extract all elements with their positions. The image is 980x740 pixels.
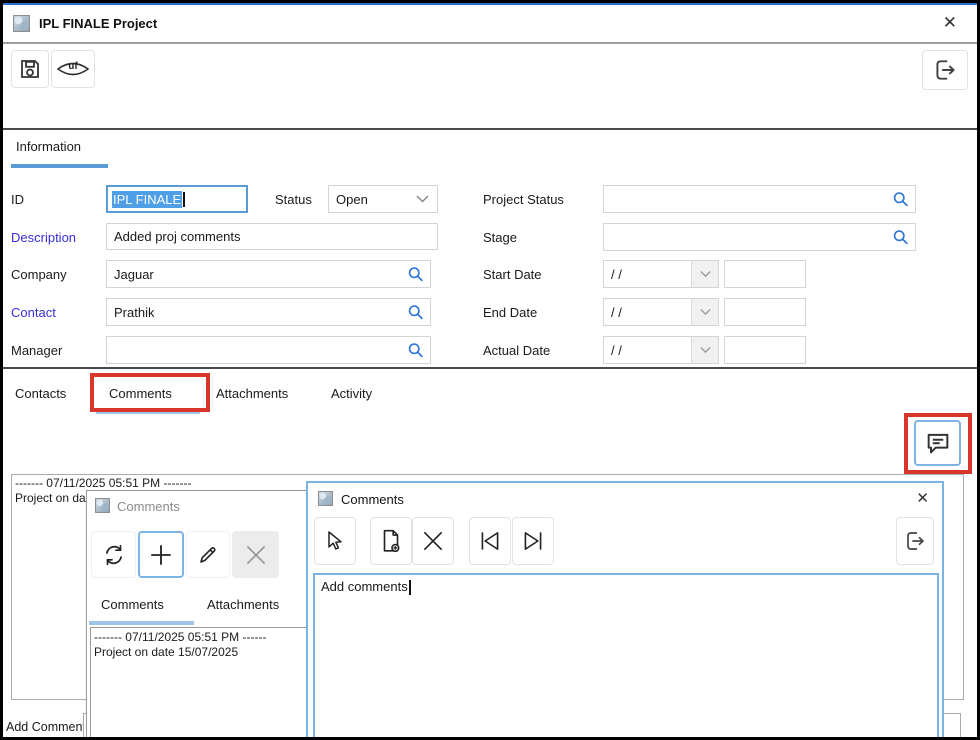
stage-label: Stage — [483, 230, 517, 245]
window-title: IPL FINALE Project — [39, 16, 157, 31]
delete-record-button[interactable] — [412, 517, 454, 565]
edit-button[interactable] — [186, 531, 230, 578]
close-icon[interactable]: ✕ — [916, 489, 929, 507]
cursor-arrow-icon — [323, 529, 347, 553]
manager-label: Manager — [11, 343, 62, 358]
first-record-button[interactable] — [469, 517, 511, 565]
contact-label: Contact — [11, 305, 56, 320]
add-comments-label: Add Comments — [6, 720, 92, 734]
search-icon[interactable] — [892, 191, 909, 208]
comments-dialog-front: Comments ✕ — [306, 481, 944, 740]
id-field[interactable]: IPL FINALE — [106, 185, 248, 213]
new-record-button[interactable] — [370, 517, 412, 565]
annotation-box-comments-tab — [90, 373, 210, 412]
project-status-label: Project Status — [483, 192, 564, 207]
sign-out-icon — [932, 57, 958, 83]
back-dialog-tab-attachments[interactable]: Attachments — [207, 597, 279, 612]
dialog-title: Comments — [117, 499, 180, 514]
app-icon — [13, 15, 30, 32]
app-icon — [95, 498, 110, 513]
tab-information[interactable]: Information — [16, 139, 81, 154]
refresh-button[interactable] — [91, 531, 136, 578]
information-tab-underline — [11, 164, 108, 168]
refresh-icon — [101, 542, 127, 568]
select-button[interactable] — [314, 517, 356, 565]
company-field[interactable]: Jaguar — [106, 260, 431, 288]
description-label: Description — [11, 230, 76, 245]
pencil-icon — [196, 543, 220, 567]
back-dialog-tab-underline — [89, 621, 194, 625]
status-label: Status — [275, 192, 312, 207]
uf-eye-icon: uf — [56, 57, 90, 81]
delete-x-icon — [420, 528, 446, 554]
description-field[interactable]: Added proj comments — [106, 223, 438, 250]
actual-date-label: Actual Date — [483, 343, 550, 358]
last-record-button[interactable] — [512, 517, 554, 565]
status-dropdown[interactable]: Open — [328, 185, 438, 213]
new-comment-button[interactable] — [138, 531, 184, 578]
comments-dialog-back: Comments — [86, 490, 316, 740]
save-icon — [18, 57, 42, 81]
skip-to-last-icon — [520, 528, 546, 554]
titlebar-separator — [3, 42, 977, 44]
sign-out-icon — [903, 529, 927, 553]
form-separator — [3, 367, 977, 369]
skip-to-first-icon — [477, 528, 503, 554]
search-icon[interactable] — [892, 229, 909, 246]
calendar-dropdown-button[interactable] — [691, 337, 718, 363]
user-fields-button[interactable]: uf — [51, 50, 95, 88]
save-button[interactable] — [11, 50, 49, 88]
end-date-field[interactable]: / / — [603, 298, 719, 326]
plus-icon — [148, 542, 174, 568]
annotation-box-add-comment — [904, 413, 972, 474]
contact-field[interactable]: Prathik — [106, 298, 431, 326]
dialog-title: Comments — [341, 492, 404, 507]
search-icon[interactable] — [407, 304, 424, 321]
comment-text: Project on date 15/07/2025 — [94, 645, 310, 660]
search-icon[interactable] — [407, 342, 424, 359]
project-window: IPL FINALE Project ✕ uf Informat — [0, 0, 980, 740]
manager-field[interactable] — [106, 336, 431, 364]
new-document-icon — [378, 528, 404, 554]
search-icon[interactable] — [407, 266, 424, 283]
back-dialog-tab-comments[interactable]: Comments — [101, 597, 164, 612]
start-date-label: Start Date — [483, 267, 542, 282]
app-icon — [318, 491, 333, 506]
tab-activity[interactable]: Activity — [331, 386, 372, 401]
tab-attachments[interactable]: Attachments — [216, 386, 288, 401]
exit-button[interactable] — [922, 50, 968, 90]
text-caret — [183, 192, 185, 207]
text-caret — [409, 580, 411, 595]
close-icon[interactable]: ✕ — [943, 13, 957, 33]
delete-button — [232, 531, 279, 578]
back-dialog-comment-list[interactable]: ------- 07/11/2025 05:51 PM ------ Proje… — [90, 627, 314, 740]
chevron-down-icon — [416, 195, 429, 204]
calendar-dropdown-button[interactable] — [691, 261, 718, 287]
end-time-field[interactable] — [724, 298, 806, 326]
start-time-field[interactable] — [724, 260, 806, 288]
stage-field[interactable] — [603, 223, 916, 251]
delete-x-icon — [243, 542, 269, 568]
dialog-exit-button[interactable] — [896, 517, 934, 565]
calendar-dropdown-button[interactable] — [691, 299, 718, 325]
comment-timestamp: ------- 07/11/2025 05:51 PM ------ — [94, 630, 310, 645]
id-label: ID — [11, 192, 24, 207]
toolbar-separator — [3, 128, 977, 130]
project-status-field[interactable] — [603, 185, 916, 213]
tab-contacts[interactable]: Contacts — [15, 386, 66, 401]
actual-date-field[interactable]: / / — [603, 336, 719, 364]
start-date-field[interactable]: / / — [603, 260, 719, 288]
company-label: Company — [11, 267, 67, 282]
end-date-label: End Date — [483, 305, 537, 320]
comment-text-value: Add comments — [321, 579, 408, 594]
actual-time-field[interactable] — [724, 336, 806, 364]
window-top-border — [3, 3, 977, 5]
comment-textarea[interactable]: Add comments — [313, 573, 939, 740]
